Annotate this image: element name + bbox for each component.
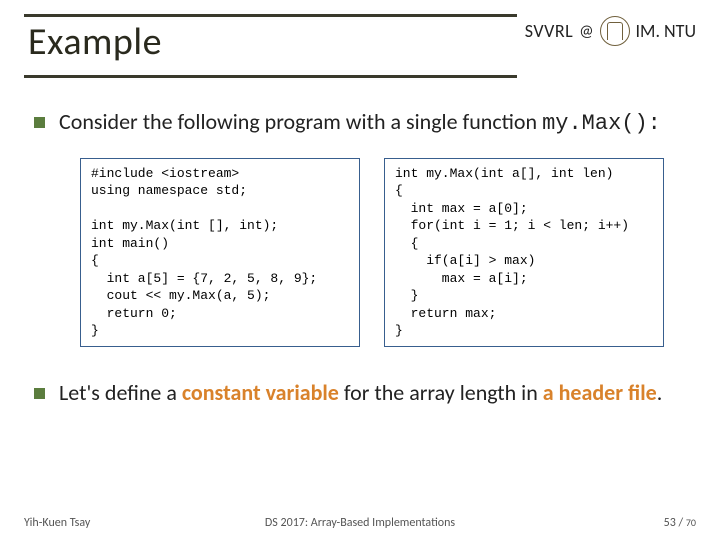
- footer: Yih-Kuen Tsay DS 2017: Array-Based Imple…: [24, 516, 696, 530]
- header: Example SVVRL @ IM. NTU: [24, 14, 696, 78]
- b2-t2: for the array length in: [339, 379, 543, 406]
- bullet-text: Consider the following program with a si…: [59, 108, 661, 138]
- page-current: 53: [664, 516, 676, 530]
- bullet-square-icon: [34, 117, 45, 128]
- b2-h1: constant variable: [182, 379, 339, 406]
- slide: Example SVVRL @ IM. NTU Consider the fol…: [0, 0, 720, 540]
- footer-page: 53 / 70: [664, 516, 696, 530]
- bullet1-prefix: Consider the following program with a si…: [59, 108, 542, 135]
- dept-label: IM. NTU: [636, 20, 696, 42]
- page-total: 70: [686, 516, 696, 529]
- bullet-item: Consider the following program with a si…: [34, 108, 690, 138]
- code-box-right: int my.Max(int a[], int len) { int max =…: [384, 158, 664, 347]
- page-sep: /: [676, 516, 686, 530]
- footer-course: DS 2017: Array-Based Implementations: [265, 516, 455, 530]
- slide-title: Example: [28, 19, 517, 65]
- code-box-left: #include <iostream> using namespace std;…: [80, 158, 360, 347]
- bullet-square-icon: [34, 388, 45, 399]
- b2-t1: Let's define a: [59, 379, 182, 406]
- title-bar: Example: [24, 14, 517, 78]
- bullet1-func: my.Max():: [542, 111, 661, 136]
- org-label: SVVRL: [525, 20, 574, 42]
- at-symbol: @: [579, 22, 593, 41]
- b2-t3: .: [657, 379, 663, 406]
- footer-author: Yih-Kuen Tsay: [24, 516, 90, 530]
- bullet-item: Let's define a constant variable for the…: [34, 379, 690, 407]
- b2-h2: a header file: [543, 379, 657, 406]
- bullet-text: Let's define a constant variable for the…: [59, 379, 662, 407]
- ntu-logo-icon: [600, 16, 630, 46]
- header-right: SVVRL @ IM. NTU: [525, 14, 696, 46]
- code-row: #include <iostream> using namespace std;…: [34, 150, 690, 355]
- content-area: Consider the following program with a si…: [24, 78, 696, 406]
